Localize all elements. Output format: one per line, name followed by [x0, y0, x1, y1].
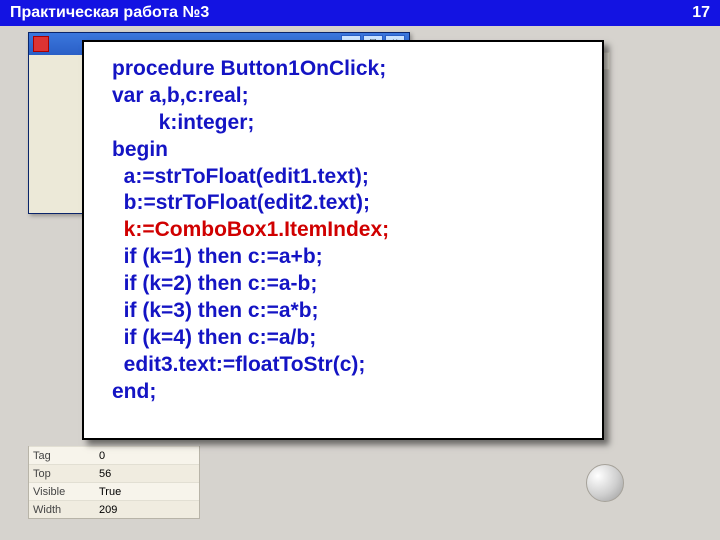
- slide-page-number: 17: [692, 4, 710, 22]
- dial-icon: [586, 464, 624, 502]
- prop-key: Visible: [29, 486, 97, 498]
- prop-value: 56: [97, 468, 199, 480]
- slide-header: Практическая работа №3 17: [0, 0, 720, 26]
- code-line: procedure Button1OnClick;: [112, 57, 386, 80]
- slide-title: Практическая работа №3: [10, 4, 209, 22]
- code-line: end;: [112, 380, 156, 403]
- property-row: Visible True: [29, 482, 199, 500]
- code-line: if (k=3) then c:=a*b;: [112, 299, 319, 322]
- prop-key: Width: [29, 504, 97, 516]
- code-line: var a,b,c:real;: [112, 84, 249, 107]
- code-line: a:=strToFloat(edit1.text);: [112, 165, 369, 188]
- property-grid: Tag 0 Top 56 Visible True Width 209: [28, 446, 200, 519]
- code-line-highlight: k:=ComboBox1.ItemIndex;: [112, 218, 389, 241]
- property-row: Top 56: [29, 464, 199, 482]
- slide: Практическая работа №3 17 _ □ × Tag 0 To…: [0, 0, 720, 540]
- code-line: if (k=4) then c:=a/b;: [112, 326, 316, 349]
- code-line: if (k=2) then c:=a-b;: [112, 272, 317, 295]
- code-line: if (k=1) then c:=a+b;: [112, 245, 323, 268]
- code-line: edit3.text:=floatToStr(c);: [112, 353, 365, 376]
- property-row: Width 209: [29, 500, 199, 518]
- code-line: k:integer;: [112, 111, 254, 134]
- prop-key: Top: [29, 468, 97, 480]
- code-line: begin: [112, 138, 168, 161]
- prop-value: 209: [97, 504, 199, 516]
- app-icon: [33, 36, 49, 52]
- code-line: b:=strToFloat(edit2.text);: [112, 191, 370, 214]
- code-panel: procedure Button1OnClick; var a,b,c:real…: [82, 40, 604, 440]
- prop-value: 0: [97, 450, 199, 462]
- prop-key: Tag: [29, 450, 97, 462]
- code-listing: procedure Button1OnClick; var a,b,c:real…: [112, 56, 588, 405]
- property-row: Tag 0: [29, 446, 199, 464]
- prop-value: True: [97, 486, 199, 498]
